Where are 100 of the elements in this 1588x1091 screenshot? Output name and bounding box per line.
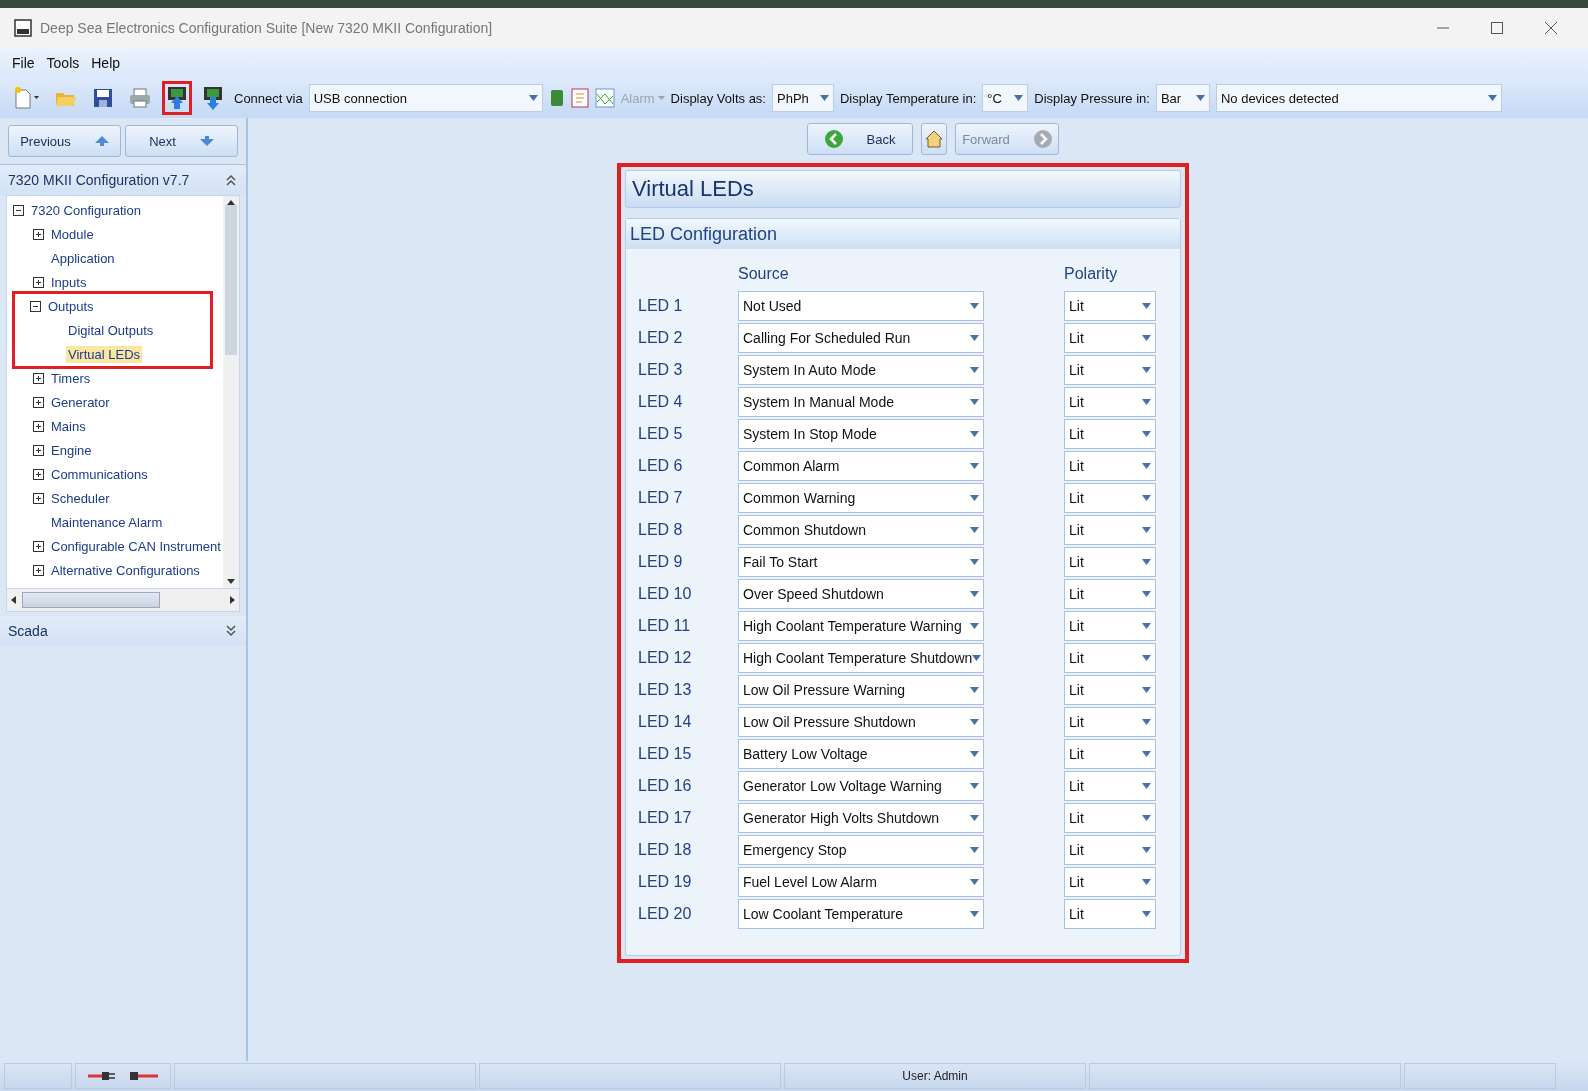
tree-item[interactable]: Inputs (49, 273, 89, 291)
polarity-dropdown[interactable]: Lit (1064, 803, 1156, 833)
tree-item[interactable]: Timers (49, 369, 93, 387)
expand-icon[interactable] (33, 444, 44, 456)
polarity-dropdown[interactable]: Lit (1064, 867, 1156, 897)
temperature-dropdown[interactable]: °C (982, 84, 1029, 112)
scroll-down-icon[interactable] (227, 579, 235, 584)
source-dropdown[interactable]: Common Alarm (738, 451, 984, 481)
caret-icon (1142, 399, 1151, 405)
tree-item[interactable]: Mains (49, 417, 88, 435)
tree-item[interactable]: Module (49, 225, 96, 243)
source-dropdown[interactable]: Calling For Scheduled Run (738, 323, 984, 353)
polarity-dropdown[interactable]: Lit (1064, 515, 1156, 545)
menu-item[interactable]: File (12, 55, 35, 71)
plug-icon (88, 1071, 116, 1081)
tree-item[interactable]: Engine (49, 441, 94, 459)
volts-dropdown[interactable]: PhPh (772, 84, 834, 112)
toolbar-button[interactable] (162, 81, 192, 115)
tree-item[interactable]: Generator (49, 393, 112, 411)
tree-item[interactable]: Alternative Configurations (49, 561, 202, 579)
device-dropdown[interactable]: No devices detected (1215, 84, 1502, 112)
tree-item[interactable]: Scheduler (49, 489, 112, 507)
tree-item[interactable]: Configurable CAN Instrument (49, 537, 223, 555)
tree-item[interactable]: Outputs (46, 297, 96, 315)
help-document-icon[interactable] (570, 88, 589, 108)
next-button[interactable]: Next (125, 125, 238, 157)
polarity-dropdown[interactable]: Lit (1064, 899, 1156, 929)
tree-item[interactable]: Application (49, 249, 117, 267)
polarity-dropdown[interactable]: Lit (1064, 707, 1156, 737)
source-dropdown[interactable]: Over Speed Shutdown (738, 579, 984, 609)
source-dropdown[interactable]: Common Warning (738, 483, 984, 513)
polarity-dropdown[interactable]: Lit (1064, 355, 1156, 385)
vertical-scrollbar[interactable] (223, 196, 239, 588)
polarity-dropdown[interactable]: Lit (1064, 483, 1156, 513)
source-dropdown[interactable]: High Coolant Temperature Shutdown (738, 643, 984, 673)
source-dropdown[interactable]: Fuel Level Low Alarm (738, 867, 984, 897)
menu-item[interactable]: Tools (46, 55, 80, 71)
expand-chevron-icon[interactable] (226, 625, 236, 637)
polarity-dropdown[interactable]: Lit (1064, 387, 1156, 417)
led-label: LED 1 (638, 297, 684, 315)
expand-icon[interactable] (33, 564, 44, 576)
chart-icon[interactable] (594, 88, 615, 108)
caret-icon (970, 815, 979, 821)
polarity-dropdown[interactable]: Lit (1064, 291, 1156, 321)
pressure-dropdown[interactable]: Bar (1155, 84, 1210, 112)
menu-item[interactable]: Help (91, 55, 121, 71)
polarity-dropdown[interactable]: Lit (1064, 771, 1156, 801)
source-dropdown[interactable]: System In Stop Mode (738, 419, 984, 449)
source-dropdown[interactable]: System In Auto Mode (738, 355, 984, 385)
polarity-dropdown[interactable]: Lit (1064, 419, 1156, 449)
caret-icon (1142, 335, 1151, 341)
tree-item[interactable]: Virtual LEDs (66, 345, 142, 363)
polarity-dropdown[interactable]: Lit (1064, 675, 1156, 705)
expand-icon[interactable] (33, 420, 44, 432)
source-dropdown[interactable]: Not Used (738, 291, 984, 321)
polarity-dropdown[interactable]: Lit (1064, 611, 1156, 641)
scroll-left-icon[interactable] (11, 596, 16, 604)
source-dropdown[interactable]: Fail To Start (738, 547, 984, 577)
previous-button[interactable]: Previous (8, 125, 121, 157)
source-dropdown[interactable]: Low Oil Pressure Shutdown (738, 707, 984, 737)
horizontal-scrollbar[interactable] (6, 589, 240, 612)
tree-item[interactable]: Digital Outputs (66, 321, 156, 339)
expand-icon[interactable] (33, 228, 44, 240)
source-dropdown[interactable]: Generator Low Voltage Warning (738, 771, 984, 801)
back-button[interactable]: Back (807, 123, 913, 155)
tree-item[interactable]: Communications (49, 465, 150, 483)
tree-item[interactable]: Maintenance Alarm (49, 513, 165, 531)
source-dropdown[interactable]: High Coolant Temperature Warning (738, 611, 984, 641)
caret-icon (1142, 591, 1151, 597)
source-dropdown[interactable]: System In Manual Mode (738, 387, 984, 417)
polarity-dropdown[interactable]: Lit (1064, 739, 1156, 769)
polarity-dropdown[interactable]: Lit (1064, 451, 1156, 481)
polarity-dropdown[interactable]: Lit (1064, 835, 1156, 865)
source-dropdown[interactable]: Low Oil Pressure Warning (738, 675, 984, 705)
source-dropdown[interactable]: Generator High Volts Shutdown (738, 803, 984, 833)
connection-dropdown[interactable]: USB connection (308, 84, 543, 112)
source-dropdown[interactable]: Low Coolant Temperature (738, 899, 984, 929)
expand-icon[interactable] (33, 468, 44, 480)
polarity-dropdown[interactable]: Lit (1064, 579, 1156, 609)
polarity-dropdown[interactable]: Lit (1064, 643, 1156, 673)
caret-icon (970, 751, 979, 757)
source-dropdown[interactable]: Emergency Stop (738, 835, 984, 865)
home-button[interactable] (921, 123, 947, 155)
collapse-icon[interactable] (30, 300, 41, 312)
expand-icon[interactable] (33, 492, 44, 504)
collapse-icon[interactable] (13, 204, 24, 216)
tree-item[interactable]: 7320 Configuration (29, 201, 143, 219)
polarity-dropdown[interactable]: Lit (1064, 323, 1156, 353)
source-dropdown[interactable]: Common Shutdown (738, 515, 984, 545)
source-dropdown[interactable]: Battery Low Voltage (738, 739, 984, 769)
expand-icon[interactable] (33, 540, 44, 552)
scroll-right-icon[interactable] (230, 596, 235, 604)
polarity-dropdown[interactable]: Lit (1064, 547, 1156, 577)
caret-icon (970, 367, 979, 373)
book-icon[interactable] (548, 89, 565, 107)
expand-icon[interactable] (33, 276, 44, 288)
caret-icon (970, 719, 979, 725)
expand-icon[interactable] (33, 396, 44, 408)
collapse-chevron-icon[interactable] (226, 174, 236, 186)
expand-icon[interactable] (33, 372, 44, 384)
